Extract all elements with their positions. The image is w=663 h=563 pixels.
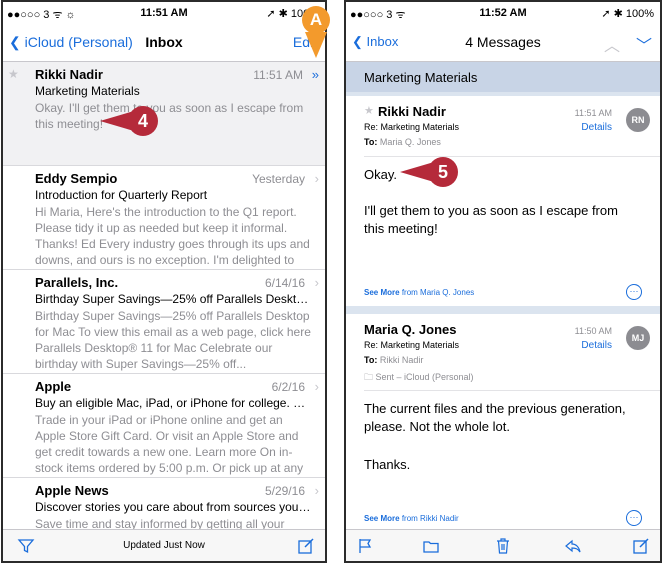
message-list: ★ Rikki Nadir 11:51 AM » Marketing Mater… (3, 62, 325, 529)
message-sender: Rikki Nadir (378, 104, 446, 119)
star-icon: ★ (364, 105, 374, 117)
message-preview: Trade in your iPad or iPhone online and … (35, 413, 304, 475)
inbox-nav-bar: ❮ iCloud (Personal) Inbox Edit (3, 24, 325, 62)
message-body-line: I'll get them to you as soon as I escape… (364, 203, 618, 236)
message-date: 6/14/16 (264, 276, 305, 290)
message-sender: Apple (35, 379, 72, 394)
message-subject: Re: Marketing Materials (364, 340, 460, 350)
message-card: Maria Q. Jones 11:50 AM Details MJ Re: M… (346, 314, 660, 529)
divider (364, 390, 660, 391)
reply-icon[interactable] (564, 537, 582, 555)
inbox-toolbar: Updated Just Now (3, 529, 325, 561)
to-label: To: (364, 355, 378, 365)
list-item[interactable]: Eddy Sempio Yesterday › Introduction for… (3, 166, 325, 270)
message-recipient: To: Maria Q. Jones (364, 137, 441, 147)
more-options-icon[interactable]: ··· (626, 510, 642, 526)
chevron-right-icon: › (314, 379, 319, 394)
message-subject: Introduction for Quarterly Report (35, 188, 208, 202)
status-bar: ●●○○○ 3 ᯤ ☼ 11:51 AM ➚ ✱ 100% (3, 2, 325, 24)
chevron-right-icon: › (314, 171, 319, 186)
message-date: 11:51 AM (253, 68, 303, 82)
message-subject: Re: Marketing Materials (364, 122, 460, 132)
message-time: 11:50 AM (574, 326, 612, 336)
compose-icon[interactable] (632, 537, 650, 555)
thread-chevron-icon[interactable]: » (312, 67, 319, 82)
chevron-right-icon: › (314, 275, 319, 290)
message-body-line: Okay. (364, 167, 397, 182)
folder-icon[interactable] (422, 537, 440, 555)
message-body-line: Thanks. (364, 457, 411, 472)
conversation-screen: ●●○○○ 3 ᯤ 11:52 AM ➚ ✱ 100% ❮ Inbox 4 Me… (344, 0, 662, 563)
message-navigation: ︿ ﹀ (588, 32, 652, 56)
message-subject: Marketing Materials (35, 84, 140, 98)
to-label: To: (364, 137, 378, 147)
list-item[interactable]: Apple 6/2/16 › Buy an eligible Mac, iPad… (3, 374, 325, 478)
message-preview: Birthday Super Savings—25% off Parallels… (35, 309, 311, 371)
see-more-label: See More (364, 288, 400, 297)
list-item[interactable]: ★ Rikki Nadir 11:51 AM » Marketing Mater… (3, 62, 325, 166)
page-title: Inbox (145, 34, 183, 50)
callout-4: 4 (128, 106, 158, 136)
details-link[interactable]: Details (581, 340, 612, 351)
message-recipient: To: Rikki Nadir (364, 355, 423, 365)
message-preview: Save time and stay informed by getting a… (35, 517, 285, 529)
see-more-from: from Maria Q. Jones (401, 288, 475, 297)
inbox-screen: ●●○○○ 3 ᯤ ☼ 11:51 AM ➚ ✱ 100% ❮ iCloud (… (1, 0, 327, 563)
message-sender: Eddy Sempio (35, 171, 118, 186)
conversation-nav-bar: ❮ Inbox 4 Messages ︿ ﹀ (346, 24, 660, 62)
recipient-name: Rikki Nadir (379, 355, 424, 365)
message-preview: Okay. I'll get them to you as soon as I … (35, 101, 304, 131)
conversation-subject: Marketing Materials (346, 62, 660, 92)
message-card: ★ Rikki Nadir 11:51 AM Details RN Re: Ma… (346, 96, 660, 306)
message-preview: Hi Maria, Here's the introduction to the… (35, 205, 310, 267)
star-icon: ★ (8, 67, 19, 81)
message-sender: Maria Q. Jones (364, 322, 457, 337)
flag-icon[interactable] (356, 537, 374, 555)
list-item[interactable]: Parallels, Inc. 6/14/16 › Birthday Super… (3, 270, 325, 374)
see-more-from: from Rikki Nadir (401, 514, 459, 523)
see-more-label: See More (364, 514, 400, 523)
message-date: 5/29/16 (264, 484, 305, 498)
divider (364, 156, 660, 157)
message-subject: Discover stories you care about from sou… (35, 500, 313, 514)
chevron-up-icon[interactable]: ︿ (604, 38, 620, 55)
message-date: Yesterday (252, 172, 305, 186)
see-more-link[interactable]: See More from Maria Q. Jones (364, 288, 474, 297)
message-sender: Apple News (35, 483, 109, 498)
list-item[interactable]: Apple News 5/29/16 › Discover stories yo… (3, 478, 325, 529)
chevron-down-icon[interactable]: ﹀ (636, 38, 652, 55)
trash-icon[interactable] (494, 537, 512, 555)
callout-a: A (302, 6, 330, 34)
status-bar: ●●○○○ 3 ᯤ 11:52 AM ➚ ✱ 100% (346, 2, 660, 24)
recipient-name: Maria Q. Jones (379, 137, 441, 147)
details-link[interactable]: Details (581, 122, 612, 133)
edit-button[interactable]: Edit (293, 34, 317, 50)
see-more-link[interactable]: See More from Rikki Nadir (364, 514, 459, 523)
more-options-icon[interactable]: ··· (626, 284, 642, 300)
conversation-view: Marketing Materials ★ Rikki Nadir 11:51 … (346, 62, 660, 529)
compose-icon[interactable] (297, 537, 315, 555)
battery-status: ➚ ✱ 100% (601, 8, 654, 20)
message-body-line: The current files and the previous gener… (364, 401, 626, 434)
message-date: 6/2/16 (271, 380, 305, 394)
message-folder: 🗀 Sent – iCloud (Personal) (364, 372, 474, 382)
avatar: MJ (626, 326, 650, 350)
update-status: Updated Just Now (123, 540, 205, 551)
message-sender: Rikki Nadir (35, 67, 103, 82)
callout-5: 5 (428, 157, 458, 187)
message-subject: Birthday Super Savings—25% off Parallels… (35, 292, 313, 306)
avatar: RN (626, 108, 650, 132)
message-toolbar (346, 529, 660, 561)
message-time: 11:51 AM (574, 108, 612, 118)
message-subject: Buy an eligible Mac, iPad, or iPhone for… (35, 396, 313, 410)
chevron-right-icon: › (314, 483, 319, 498)
message-sender: Parallels, Inc. (35, 275, 119, 290)
